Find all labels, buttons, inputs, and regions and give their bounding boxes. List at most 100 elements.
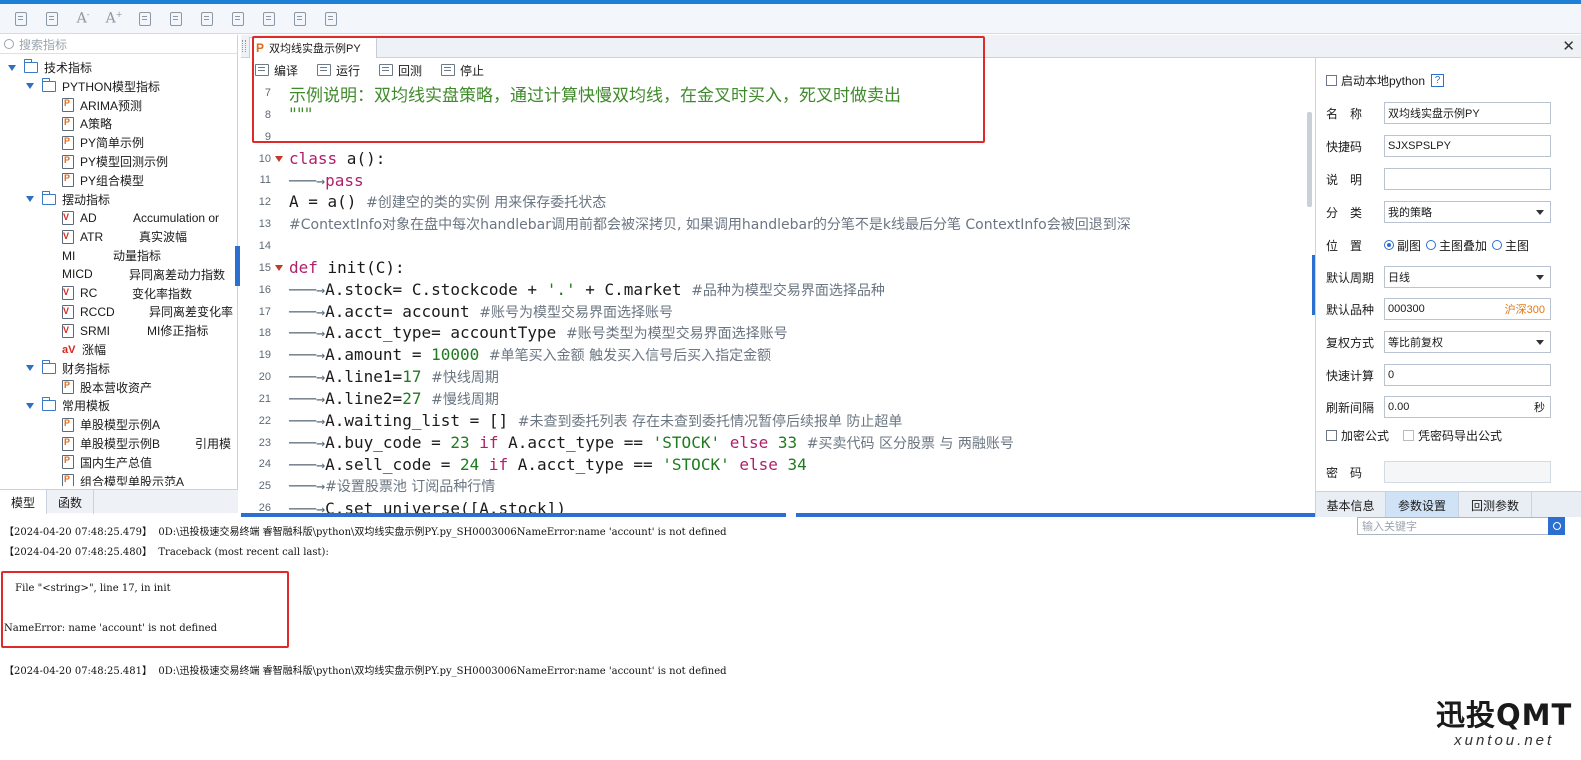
save-all-icon[interactable] (41, 8, 63, 30)
expand-triangle-icon[interactable] (26, 196, 34, 203)
line-number: 24 (258, 458, 271, 471)
log-filter-input[interactable]: 输入关键字 (1357, 517, 1549, 535)
desc-field[interactable] (1384, 168, 1551, 190)
encrypt-checkbox[interactable] (1326, 429, 1337, 441)
grip-icon[interactable] (242, 40, 246, 52)
expand-triangle-icon[interactable] (8, 64, 16, 71)
tree-item[interactable]: MICD (62, 265, 93, 284)
refresh-label: 刷新间隔 (1326, 400, 1375, 415)
expand-triangle-icon[interactable] (26, 402, 34, 409)
settings-file-icon[interactable] (289, 8, 311, 30)
code-line: 10 class a(): (241, 148, 1311, 170)
tree-item[interactable]: 摆动指标 (26, 190, 110, 209)
left-splitter-handle[interactable] (235, 246, 240, 286)
tree-item[interactable]: 常用模板 (26, 396, 110, 415)
tree-item[interactable]: 财务指标 (26, 359, 110, 378)
export-checkbox[interactable] (1403, 429, 1415, 441)
tree-item[interactable]: V RC (62, 284, 97, 303)
left-tabbar: 模型 函数 (0, 489, 238, 514)
tree-item[interactable]: V RCCD (62, 302, 115, 321)
document-icon[interactable] (258, 8, 280, 30)
highlight-box-editor (252, 36, 985, 143)
font-increase-icon[interactable]: A+ (103, 8, 125, 30)
fold-toggle-icon[interactable] (273, 153, 285, 165)
symbol-field[interactable]: 000300 沪深300 (1384, 298, 1551, 320)
save-icon[interactable] (10, 8, 32, 30)
adjust-label: 复权方式 (1326, 335, 1375, 350)
tree-item[interactable]: 技术指标 (8, 58, 92, 77)
python-file-icon: P (62, 135, 74, 150)
fold-gutter (273, 349, 285, 361)
tree-item[interactable]: P PY模型回测示例 (62, 152, 168, 171)
tree-item-label: 技术指标 (44, 61, 93, 75)
tab-arrow-icon: ───→ (289, 411, 326, 430)
position-radio-main[interactable] (1492, 240, 1503, 250)
code-line: 14 (241, 235, 1311, 257)
shortcut-field[interactable]: SJXSPSLPY (1384, 135, 1551, 157)
tree-item[interactable]: P 组合模型单股示范A (62, 472, 184, 486)
tree-item[interactable]: P 国内生产总值 (62, 453, 152, 472)
name-field[interactable]: 双均线实盘示例PY (1384, 102, 1551, 124)
refresh-field[interactable]: 0.00 秒 (1384, 396, 1551, 418)
tree-item[interactable]: P A策略 (62, 114, 112, 133)
python-file-icon: P (62, 98, 74, 113)
tree-item-label: 财务指标 (62, 361, 111, 376)
position-radio-sub[interactable] (1384, 240, 1394, 250)
symbol-label: 默认品种 (1326, 302, 1375, 317)
close-icon[interactable]: ✕ (1562, 37, 1575, 55)
fold-gutter (273, 240, 285, 252)
fold-gutter (273, 218, 285, 230)
tree-item[interactable]: P PY简单示例 (62, 133, 144, 152)
tree-item[interactable]: P 股本营收资产 (62, 378, 152, 397)
tree-item[interactable]: V ATR (62, 227, 103, 246)
code-editor[interactable]: 7 示例说明：双均线实盘策略，通过计算快慢双均线，在金叉时买入，死叉时做卖出 8 ""… (241, 82, 1311, 514)
tree-item[interactable]: P 单股模型示例B (62, 434, 160, 453)
editor-scrollbar[interactable] (1307, 112, 1312, 207)
name-row: 名 称 双均线实盘示例PY (1316, 101, 1581, 125)
period-label: 默认周期 (1326, 270, 1375, 285)
tree-item[interactable]: MI (62, 246, 75, 265)
position-radio-overlay[interactable] (1426, 240, 1437, 250)
tree-item[interactable]: V AD (62, 208, 97, 227)
export-icon[interactable] (320, 8, 342, 30)
tree-item[interactable]: P ARIMA预测 (62, 96, 142, 115)
password-field[interactable] (1384, 461, 1551, 483)
log-search-button[interactable] (1548, 517, 1565, 535)
category-select[interactable]: 我的策略 (1384, 201, 1551, 223)
python-file-icon: P (62, 173, 74, 188)
adjust-select[interactable]: 等比前复权 (1384, 331, 1551, 353)
tab-model[interactable]: 模型 (0, 490, 47, 514)
python-file-icon: P (62, 474, 74, 486)
tab-backtest-params[interactable]: 回测参数 (1459, 492, 1532, 518)
tab-function[interactable]: 函数 (47, 490, 94, 514)
new-file-icon[interactable] (134, 8, 156, 30)
tree-item[interactable]: PYTHON模型指标 (26, 77, 160, 96)
start-python-checkbox[interactable] (1326, 74, 1337, 86)
tree-item-description: 引用模 (195, 437, 232, 451)
font-decrease-icon[interactable]: A- (72, 8, 94, 30)
expand-triangle-icon[interactable] (26, 83, 34, 90)
indicator-search[interactable]: 搜索指标 (0, 35, 237, 54)
expand-triangle-icon[interactable] (26, 365, 34, 372)
main-toolbar: A- A+ (0, 4, 1581, 34)
tree-item[interactable]: P PY组合模型 (62, 171, 144, 190)
tree-item[interactable]: aV 涨幅 (62, 340, 106, 359)
tree-item[interactable]: V SRMI (62, 321, 110, 340)
find-icon[interactable] (196, 8, 218, 30)
fold-toggle-icon[interactable] (273, 262, 285, 274)
tab-param-settings[interactable]: 参数设置 (1386, 492, 1459, 518)
tab-basic-info[interactable]: 基本信息 (1316, 492, 1386, 518)
help-icon[interactable]: ? (1431, 73, 1445, 87)
search-input[interactable]: 搜索指标 (19, 36, 67, 53)
folder-icon (42, 77, 56, 92)
period-select[interactable]: 日线 (1384, 266, 1551, 288)
line-number: 15 (258, 261, 271, 274)
tab-arrow-icon: ───→ (289, 368, 326, 387)
import-icon[interactable] (165, 8, 187, 30)
tree-item[interactable]: P 单股模型示例A (62, 415, 160, 434)
quick-calc-field[interactable]: 0 (1384, 364, 1551, 386)
formula-file-icon: V (62, 304, 74, 319)
code-line: 23 ───→A.buy_code = 23 if A.acct_type == … (241, 432, 1311, 454)
replace-icon[interactable] (227, 8, 249, 30)
search-icon (4, 39, 14, 49)
